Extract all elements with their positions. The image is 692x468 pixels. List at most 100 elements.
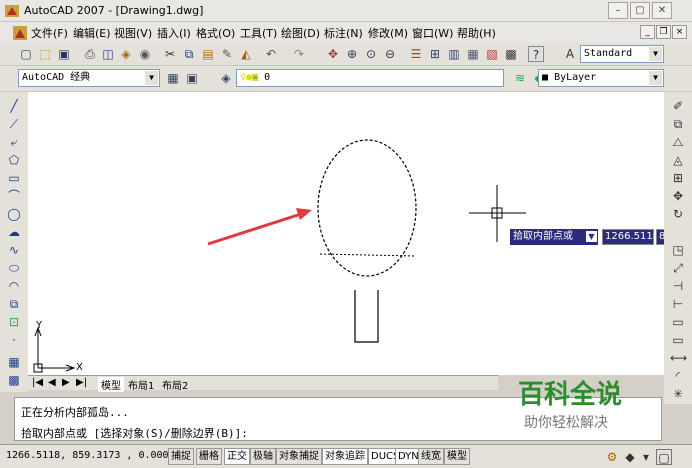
spline-icon[interactable]: ∿ bbox=[6, 242, 22, 258]
polyline-icon[interactable]: ⤶ bbox=[6, 134, 22, 150]
join-icon[interactable]: ▭ bbox=[670, 332, 686, 348]
tool-palettes-icon[interactable]: ▥ bbox=[446, 46, 462, 62]
tab-prev-icon[interactable]: ◀ bbox=[48, 377, 56, 388]
circle-icon[interactable]: ◯ bbox=[6, 206, 22, 222]
design-center-icon[interactable]: ⊞ bbox=[427, 46, 443, 62]
tab-model[interactable]: 模型 bbox=[98, 377, 124, 392]
markup-icon[interactable]: ▧ bbox=[484, 46, 500, 62]
insert-block-icon[interactable]: ⧉ bbox=[6, 296, 22, 312]
polar-toggle[interactable]: 极轴 bbox=[250, 448, 276, 465]
prompt-options-icon[interactable]: ▼ bbox=[586, 231, 597, 242]
zoom-realtime-icon[interactable]: ⊕ bbox=[344, 46, 360, 62]
pan-icon[interactable]: ✥ bbox=[325, 46, 341, 62]
menu-draw[interactable]: 绘图(D) bbox=[281, 25, 320, 41]
match-properties-icon[interactable]: ✎ bbox=[219, 46, 235, 62]
zoom-window-icon[interactable]: ⊙ bbox=[363, 46, 379, 62]
mdi-restore-button[interactable]: ❐ bbox=[656, 25, 671, 39]
lock-icon[interactable]: ◆ bbox=[622, 449, 638, 465]
ellipse-icon[interactable]: ⬭ bbox=[6, 260, 22, 276]
array-icon[interactable]: ⊞ bbox=[670, 170, 686, 186]
menu-tools[interactable]: 工具(T) bbox=[240, 25, 277, 41]
osnap-toggle[interactable]: 对象捕捉 bbox=[276, 448, 322, 465]
sheet-set-icon[interactable]: ▦ bbox=[465, 46, 481, 62]
tab-next-icon[interactable]: ▶ bbox=[62, 377, 70, 388]
break-icon[interactable]: ▭ bbox=[670, 314, 686, 330]
menu-format[interactable]: 格式(O) bbox=[196, 25, 235, 41]
stretch-icon[interactable]: ⤢ bbox=[670, 260, 686, 276]
layer-select[interactable]: ♀●▣ 0 bbox=[236, 69, 504, 87]
text-style-select[interactable]: Standard ▼ bbox=[580, 45, 664, 63]
model-toggle[interactable]: 模型 bbox=[444, 448, 470, 465]
explode-icon[interactable]: ✳ bbox=[670, 386, 686, 402]
minimize-button[interactable]: – bbox=[608, 2, 628, 19]
mirror-icon[interactable]: ⧍ bbox=[670, 134, 686, 150]
text-style-icon[interactable]: A bbox=[562, 46, 578, 62]
copy-icon[interactable]: ⧉ bbox=[181, 46, 197, 62]
menu-view[interactable]: 视图(V) bbox=[114, 25, 152, 41]
mdi-minimize-button[interactable]: _ bbox=[640, 25, 655, 39]
hatch-icon[interactable]: ▦ bbox=[6, 354, 22, 370]
revision-cloud-icon[interactable]: ☁ bbox=[6, 224, 22, 240]
tab-first-icon[interactable]: |◀ bbox=[32, 377, 43, 388]
menu-insert[interactable]: 插入(I) bbox=[157, 25, 191, 41]
block-editor-icon[interactable]: ◭ bbox=[238, 46, 254, 62]
etransmit-icon[interactable]: ◉ bbox=[137, 46, 153, 62]
construction-line-icon[interactable]: ⟋ bbox=[6, 116, 22, 132]
properties-icon[interactable]: ☰ bbox=[408, 46, 424, 62]
ellipse-arc-icon[interactable]: ◠ bbox=[6, 278, 22, 294]
tab-last-icon[interactable]: ▶| bbox=[76, 377, 87, 388]
maximize-button[interactable]: ▢ bbox=[630, 2, 650, 19]
open-icon[interactable]: ⬚ bbox=[37, 46, 53, 62]
line-icon[interactable]: ╱ bbox=[6, 98, 22, 114]
redo-icon[interactable]: ↷ bbox=[291, 46, 307, 62]
layer-manager-icon[interactable]: ◈ bbox=[218, 70, 234, 86]
trim-icon[interactable]: ⊣ bbox=[670, 278, 686, 294]
clean-screen-icon[interactable]: ▢ bbox=[656, 449, 672, 465]
help-icon[interactable]: ? bbox=[528, 46, 544, 62]
snap-toggle[interactable]: 捕捉 bbox=[168, 448, 194, 465]
plot-preview-icon[interactable]: ◫ bbox=[100, 46, 116, 62]
extend-icon[interactable]: ⊢ bbox=[670, 296, 686, 312]
menu-modify[interactable]: 修改(M) bbox=[368, 25, 408, 41]
print-icon[interactable]: ⎙ bbox=[82, 46, 98, 62]
save-icon[interactable]: ▣ bbox=[56, 46, 72, 62]
ortho-toggle[interactable]: 正交 bbox=[224, 448, 250, 465]
close-button[interactable]: ✕ bbox=[652, 2, 672, 19]
menu-help[interactable]: 帮助(H) bbox=[457, 25, 496, 41]
color-select[interactable]: ■ ByLayer ▼ bbox=[538, 69, 664, 87]
scale-icon[interactable]: ◳ bbox=[670, 242, 686, 258]
calculator-icon[interactable]: ▩ bbox=[503, 46, 519, 62]
erase-icon[interactable]: ✐ bbox=[670, 98, 686, 114]
lineweight-toggle[interactable]: 线宽 bbox=[418, 448, 444, 465]
gradient-icon[interactable]: ▩ bbox=[6, 372, 22, 388]
new-icon[interactable]: ▢ bbox=[18, 46, 34, 62]
otrack-toggle[interactable]: 对象追踪 bbox=[322, 448, 368, 465]
menu-edit[interactable]: 编辑(E) bbox=[73, 25, 111, 41]
mdi-close-button[interactable]: × bbox=[672, 25, 687, 39]
rectangle-icon[interactable]: ▭ bbox=[6, 170, 22, 186]
copy-object-icon[interactable]: ⧉ bbox=[670, 116, 686, 132]
make-block-icon[interactable]: ⊡ bbox=[6, 314, 22, 330]
menu-dimension[interactable]: 标注(N) bbox=[324, 25, 363, 41]
polygon-icon[interactable]: ⬠ bbox=[6, 152, 22, 168]
publish-icon[interactable]: ◈ bbox=[118, 46, 134, 62]
make-current-layer-icon[interactable]: ≋ bbox=[512, 70, 528, 86]
workspace-settings-icon[interactable]: ▦ bbox=[165, 70, 181, 86]
rotate-icon[interactable]: ↻ bbox=[670, 206, 686, 222]
grid-toggle[interactable]: 栅格 bbox=[196, 448, 222, 465]
cut-icon[interactable]: ✂ bbox=[162, 46, 178, 62]
chamfer-icon[interactable]: ⟷ bbox=[670, 350, 687, 366]
dynamic-input-x[interactable]: 1266.5118 bbox=[602, 229, 659, 245]
tab-layout2[interactable]: 布局2 bbox=[162, 377, 188, 392]
my-workspace-icon[interactable]: ▣ bbox=[184, 70, 200, 86]
menu-file[interactable]: 文件(F) bbox=[31, 25, 68, 41]
arc-icon[interactable]: ⌒ bbox=[6, 188, 22, 204]
menu-window[interactable]: 窗口(W) bbox=[412, 25, 453, 41]
move-icon[interactable]: ✥ bbox=[670, 188, 686, 204]
zoom-previous-icon[interactable]: ⊖ bbox=[382, 46, 398, 62]
offset-icon[interactable]: ◬ bbox=[670, 152, 686, 168]
workspace-select[interactable]: AutoCAD 经典 ▼ bbox=[18, 69, 160, 87]
communication-center-icon[interactable]: ⚙ bbox=[604, 449, 620, 465]
fillet-icon[interactable]: ◜ bbox=[670, 368, 686, 384]
tab-layout1[interactable]: 布局1 bbox=[128, 377, 154, 392]
